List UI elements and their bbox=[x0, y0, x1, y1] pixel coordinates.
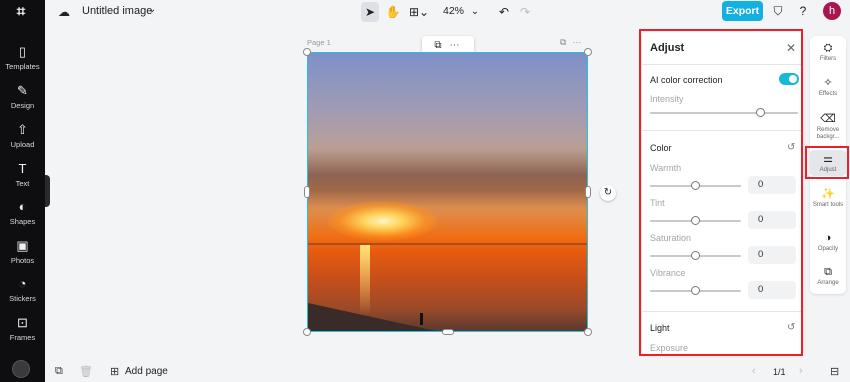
arrange-icon: ⧉ bbox=[824, 266, 832, 278]
photo-sun-reflection bbox=[360, 245, 370, 315]
tool-label: Opacity bbox=[817, 246, 839, 252]
photo-shore bbox=[308, 303, 468, 331]
redo-button[interactable]: ↷ bbox=[518, 2, 532, 22]
resize-handle-bottom-right[interactable] bbox=[584, 328, 592, 336]
canvas-artboard[interactable] bbox=[307, 52, 588, 332]
page-counter: 1/1 bbox=[773, 367, 786, 377]
text-icon: T bbox=[18, 161, 27, 176]
shield-icon[interactable]: ⛉ bbox=[770, 3, 786, 19]
filters-icon: ⛭ bbox=[823, 42, 833, 54]
sidebar-item-label: Design bbox=[10, 101, 35, 110]
resize-handle-bottom-left[interactable] bbox=[303, 328, 311, 336]
tool-filters[interactable]: ⛭ Filters bbox=[810, 42, 846, 63]
pages-icon[interactable]: ⧉ bbox=[55, 365, 63, 378]
photo-silhouette bbox=[420, 313, 423, 325]
sidebar-item-label: Shapes bbox=[9, 217, 36, 226]
top-toolbar: ☁ Untitled image ⌄ ➤ ✋ ⊞⌄ 42% ⌄ ↶ ↷ Expo… bbox=[45, 0, 850, 24]
capcut-logo-icon[interactable]: ⌗ bbox=[11, 4, 31, 20]
zoom-chevron-down-icon[interactable]: ⌄ bbox=[469, 2, 481, 22]
frames-icon: ⊡ bbox=[17, 315, 28, 330]
sidebar-item-label: Templates bbox=[5, 62, 40, 71]
sidebar-item-upload[interactable]: ⇧ Upload bbox=[0, 122, 45, 149]
rotate-icon[interactable]: ↻ bbox=[600, 185, 616, 201]
smart-tools-icon: ✨ bbox=[821, 188, 835, 200]
photos-icon: ▣ bbox=[16, 238, 29, 253]
sidebar-item-label: Upload bbox=[10, 140, 35, 149]
tool-smart-tools[interactable]: ✨ Smart tools bbox=[810, 188, 846, 209]
upload-icon: ⇧ bbox=[17, 122, 28, 137]
select-tool-button[interactable]: ➤ bbox=[361, 2, 379, 22]
effects-icon: ✧ bbox=[823, 77, 833, 89]
sidebar-item-stickers[interactable]: ◔ Stickers bbox=[0, 276, 45, 303]
tool-label: Remove backgr... bbox=[816, 127, 840, 140]
templates-icon: ▯ bbox=[18, 44, 27, 59]
adjust-tool-highlight bbox=[805, 146, 849, 179]
sidebar-item-text[interactable]: T Text bbox=[0, 161, 45, 188]
hand-tool-button[interactable]: ✋ bbox=[384, 2, 402, 22]
collapse-sidebar-handle[interactable] bbox=[45, 175, 50, 207]
tool-label: Filters bbox=[819, 56, 837, 62]
photo-clouds bbox=[308, 148, 587, 208]
remove-background-icon: ⌫ bbox=[820, 113, 836, 125]
zoom-level[interactable]: 42% bbox=[443, 5, 464, 17]
resize-handle-top-left[interactable] bbox=[303, 48, 311, 56]
previous-page-icon[interactable]: ‹ bbox=[752, 365, 756, 377]
sidebar-item-label: Text bbox=[15, 179, 30, 188]
sidebar-item-design[interactable]: ✎ Design bbox=[0, 83, 45, 110]
chevron-down-icon[interactable]: ⌄ bbox=[148, 4, 156, 15]
undo-button[interactable]: ↶ bbox=[497, 2, 511, 22]
sidebar-item-label: Photos bbox=[10, 256, 35, 265]
tool-label: Arrange bbox=[817, 280, 839, 286]
resize-handle-top-right[interactable] bbox=[584, 48, 592, 56]
tool-opacity[interactable]: ◑ Opacity bbox=[810, 232, 846, 253]
sidebar-item-frames[interactable]: ⊡ Frames bbox=[0, 315, 45, 342]
trash-icon[interactable]: 🗑 bbox=[79, 365, 93, 378]
resize-handle-right[interactable] bbox=[585, 186, 591, 198]
tool-effects[interactable]: ✧ Effects bbox=[810, 77, 846, 98]
stickers-icon: ◔ bbox=[18, 276, 27, 291]
tool-remove-background[interactable]: ⌫ Remove backgr... bbox=[810, 113, 846, 141]
tool-label: Effects bbox=[818, 91, 838, 97]
document-title[interactable]: Untitled image bbox=[82, 5, 152, 17]
add-page-button[interactable]: Add page bbox=[125, 366, 168, 377]
design-icon: ✎ bbox=[17, 83, 28, 98]
page-options-icons[interactable]: ⧉⋯ bbox=[560, 37, 587, 48]
sidebar-item-label: Stickers bbox=[9, 294, 36, 303]
export-button[interactable]: Export bbox=[722, 1, 763, 21]
sidebar-item-photos[interactable]: ▣ Photos bbox=[0, 238, 45, 265]
sunset-photo[interactable] bbox=[308, 53, 587, 331]
add-page-icon[interactable]: ⊞ bbox=[110, 365, 119, 378]
left-sidebar: ⌗ ▯ Templates ✎ Design ⇧ Upload T Text ◐… bbox=[0, 0, 45, 382]
resize-handle-bottom[interactable] bbox=[442, 329, 454, 335]
page-view-icon[interactable]: ⊟ bbox=[830, 365, 839, 378]
resize-handle-left[interactable] bbox=[304, 186, 310, 198]
photo-sun bbox=[328, 201, 438, 241]
help-icon[interactable]: ? bbox=[795, 3, 811, 19]
next-page-icon[interactable]: › bbox=[799, 365, 803, 377]
cloud-sync-icon[interactable]: ☁ bbox=[58, 5, 72, 19]
shapes-icon: ◐ bbox=[18, 199, 27, 214]
sidebar-item-label: Frames bbox=[9, 333, 36, 342]
tool-arrange[interactable]: ⧉ Arrange bbox=[810, 266, 846, 287]
user-avatar[interactable]: h bbox=[823, 2, 841, 20]
tool-label: Smart tools bbox=[812, 202, 844, 208]
page-label: Page 1 bbox=[307, 38, 331, 47]
opacity-icon: ◑ bbox=[824, 232, 832, 244]
photo-horizon bbox=[308, 243, 587, 245]
sidebar-item-templates[interactable]: ▯ Templates bbox=[0, 44, 45, 71]
resize-menu-button[interactable]: ⊞⌄ bbox=[406, 2, 432, 22]
adjust-panel-highlight bbox=[639, 29, 803, 356]
bottom-bar: ⧉ 🗑 ⊞ Add page ‹ 1/1 › ⊟ bbox=[45, 362, 850, 382]
sidebar-item-shapes[interactable]: ◐ Shapes bbox=[0, 199, 45, 226]
more-apps-button[interactable] bbox=[12, 360, 30, 378]
